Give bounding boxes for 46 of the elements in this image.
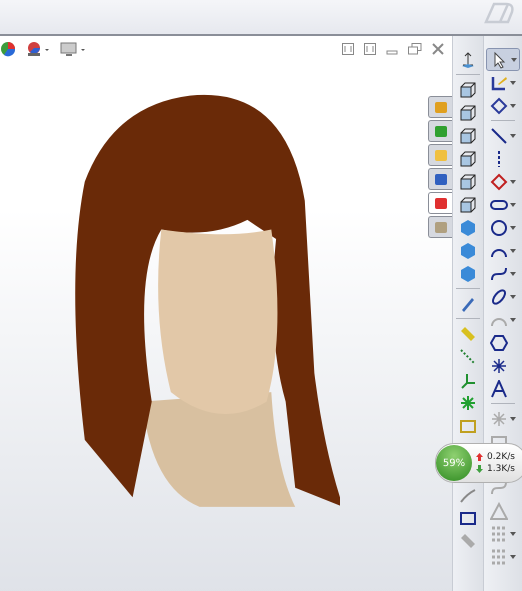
cube-view-icon[interactable] — [459, 104, 477, 122]
star-icon[interactable] — [459, 394, 477, 412]
dropdown-caret-icon[interactable] — [510, 532, 516, 536]
upload-speed: 0.2K/s — [487, 452, 515, 462]
ellipse-icon[interactable] — [490, 288, 508, 306]
dropdown-caret-icon[interactable] — [510, 226, 516, 230]
restore-left-icon[interactable] — [342, 43, 354, 55]
dropdown-caret-icon[interactable] — [510, 80, 516, 84]
diamond-icon[interactable] — [490, 172, 508, 190]
text-icon[interactable] — [490, 380, 508, 398]
dropdown-caret-icon[interactable] — [510, 294, 516, 298]
point-icon[interactable] — [490, 356, 508, 374]
scene-icon[interactable] — [26, 41, 50, 57]
task-pane-tab[interactable] — [428, 192, 452, 214]
dropdown-caret-icon[interactable] — [510, 272, 516, 276]
up-arrow-icon — [476, 453, 483, 461]
dropdown-caret-icon[interactable] — [510, 416, 516, 420]
dropdown-caret-icon[interactable] — [510, 180, 516, 184]
polygon-icon[interactable] — [490, 334, 508, 352]
dropdown-caret-icon[interactable] — [510, 104, 516, 108]
dropdown-caret-icon[interactable] — [510, 248, 516, 252]
solid-cube-icon[interactable] — [459, 264, 477, 282]
solid-cube-icon[interactable] — [459, 218, 477, 236]
down-arrow-icon — [476, 465, 483, 473]
dotted-line-icon[interactable] — [459, 348, 477, 366]
circle-icon[interactable] — [490, 218, 508, 236]
dropdown-caret-icon[interactable] — [511, 58, 517, 62]
maximize-icon[interactable] — [408, 43, 422, 55]
dropdown-caret-icon[interactable] — [510, 134, 516, 138]
line-icon[interactable] — [490, 126, 508, 144]
dropdown-caret-icon[interactable] — [510, 202, 516, 206]
cube-view-icon[interactable] — [459, 196, 477, 214]
dropdown-caret-icon[interactable] — [510, 318, 516, 322]
display-icon[interactable] — [60, 41, 86, 57]
dropdown-caret-icon[interactable] — [510, 554, 516, 558]
download-speed: 1.3K/s — [487, 464, 515, 474]
close-icon[interactable] — [432, 43, 444, 55]
usage-percent: 59% — [442, 458, 466, 468]
task-pane-tab[interactable] — [428, 168, 452, 190]
dot-grid-icon[interactable] — [490, 548, 508, 566]
cube-view-icon[interactable] — [459, 80, 477, 98]
restore-right-icon[interactable] — [364, 43, 376, 55]
cube-view-icon[interactable] — [459, 126, 477, 144]
cube-view-icon[interactable] — [459, 150, 477, 168]
cube-view-icon[interactable] — [459, 172, 477, 190]
solid-cube-icon[interactable] — [459, 242, 477, 260]
